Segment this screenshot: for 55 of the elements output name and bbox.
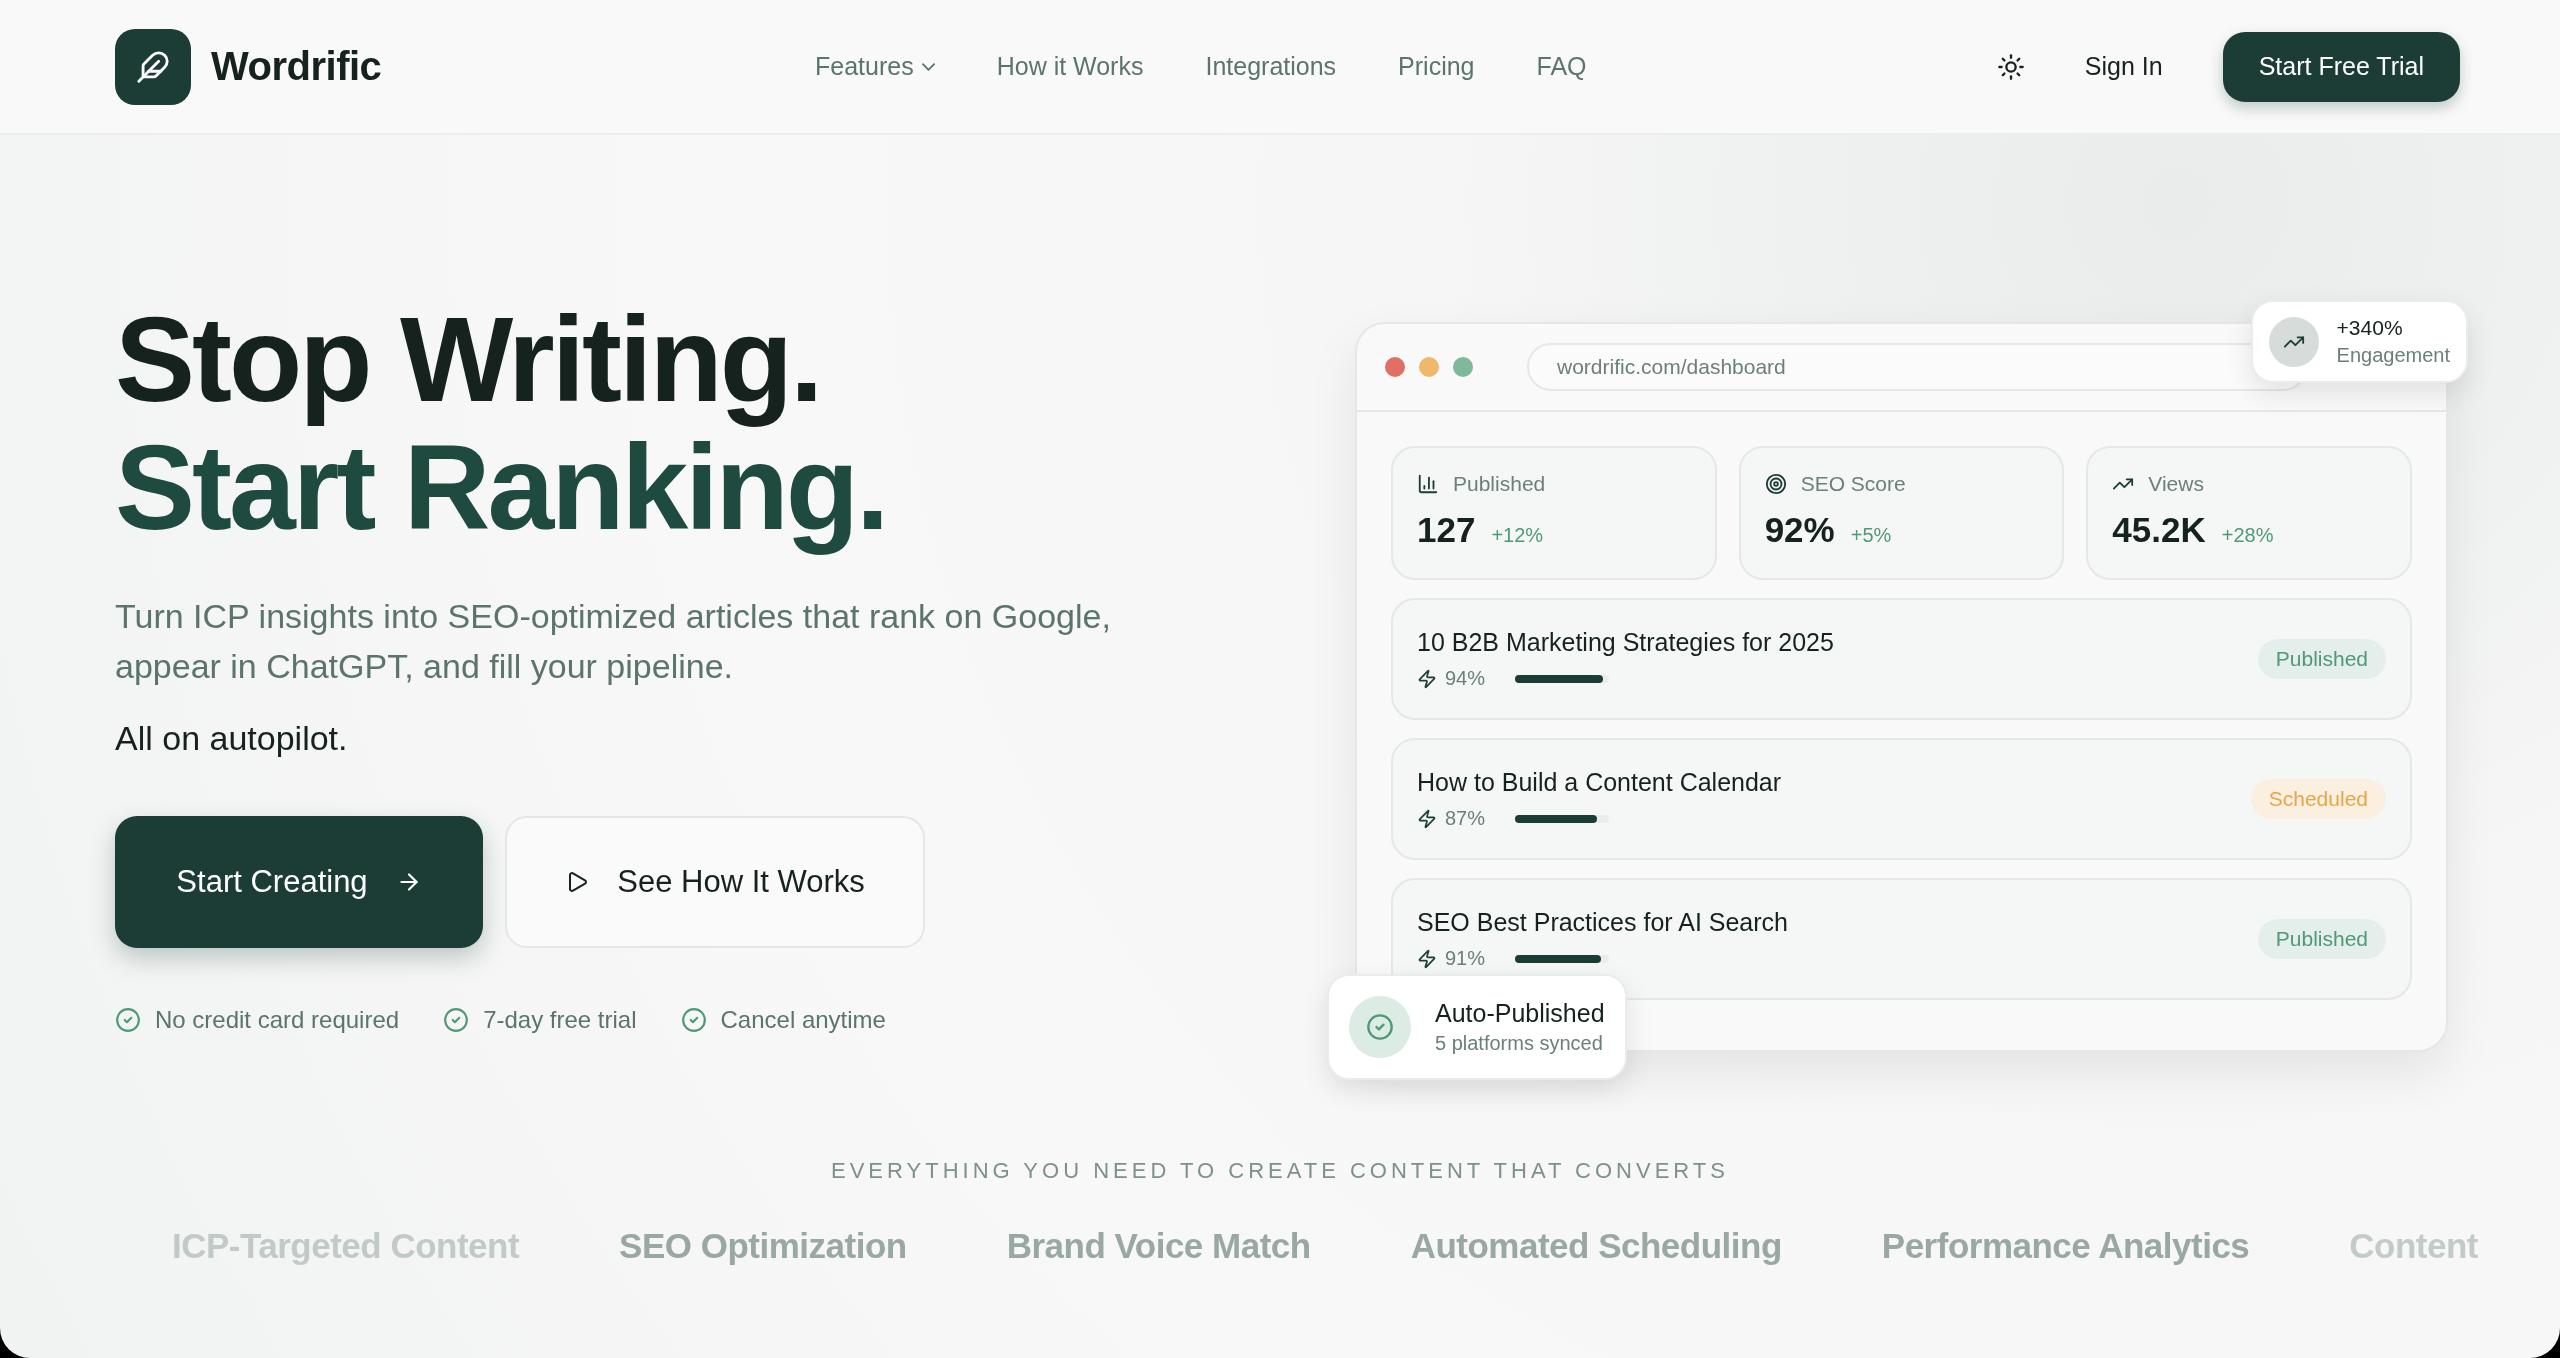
status-badge: Published [2257, 639, 2386, 679]
feature-label: SEO Optimization [619, 1226, 907, 1266]
status-badge: Published [2257, 919, 2386, 959]
window-dot [1419, 357, 1439, 377]
toast-subtitle: 5 platforms synced [1435, 1032, 1604, 1055]
nav-link[interactable]: FAQ [1536, 52, 1587, 81]
feature-label: Automated Scheduling [1410, 1226, 1782, 1266]
nav-link[interactable]: Pricing [1398, 52, 1475, 81]
stat-label: Published [1453, 472, 1546, 496]
see-how-it-works-button[interactable]: See How It Works [505, 816, 925, 948]
window-dot [1453, 357, 1473, 377]
stat-change: +5% [1850, 524, 1892, 547]
brand-name: Wordrific [211, 44, 382, 89]
stat-value: 127 [1417, 510, 1476, 550]
target-icon [1764, 473, 1787, 495]
check-circle-icon [115, 1007, 141, 1033]
sign-in-link[interactable]: Sign In [2084, 52, 2163, 81]
nav-link[interactable]: Features [815, 52, 935, 81]
stat-label: Views [2148, 472, 2204, 496]
article-score: 87% [1445, 807, 1487, 830]
lightning-icon [1417, 948, 1437, 969]
bar-chart-icon [1417, 473, 1439, 495]
window-dot [1385, 357, 1405, 377]
start-free-trial-button[interactable]: Start Free Trial [2222, 31, 2460, 102]
article-score: 91% [1445, 947, 1487, 970]
stat-change: +28% [2221, 524, 2274, 547]
hero-tagline: All on autopilot. [115, 719, 349, 758]
status-badge: Scheduled [2250, 779, 2386, 819]
perk-text: Cancel anytime [720, 1006, 886, 1034]
hero-subtitle: Turn ICP insights into SEO-optimized articles that rank on Google, appear in ChatGPT, and fill your pipeline. [115, 596, 1112, 687]
feather-logo-icon[interactable] [115, 28, 191, 105]
sun-icon[interactable] [1996, 52, 2025, 81]
article-title: SEO Best Practices for AI Search [1417, 908, 1788, 937]
check-circle-icon [680, 1007, 707, 1033]
check-circle-icon [443, 1007, 470, 1033]
start-creating-button[interactable]: Start Creating [115, 816, 483, 948]
article-title: How to Build a Content Calendar [1417, 768, 1782, 797]
nav-link[interactable]: How it Works [996, 52, 1144, 81]
nav-link[interactable]: Integrations [1205, 52, 1337, 81]
engagement-value: +340% [2336, 316, 2404, 340]
stat-change: +12% [1491, 524, 1544, 547]
article-score: 94% [1445, 667, 1487, 690]
toast-title: Auto-Published [1435, 999, 1605, 1028]
article-title: 10 B2B Marketing Strategies for 2025 [1417, 628, 1834, 657]
lightning-icon [1417, 668, 1437, 689]
stat-value: 45.2K [2112, 510, 2206, 550]
feature-label: Brand Voice Match [1006, 1226, 1311, 1266]
stat-value: 92% [1764, 510, 1835, 550]
stat-label: SEO Score [1800, 472, 1906, 496]
perk-text: 7-day free trial [483, 1006, 637, 1034]
feature-label: Performance Analytics [1881, 1226, 2250, 1266]
perk-text: No credit card required [155, 1006, 400, 1034]
section-heading: EVERYTHING YOU NEED TO CREATE CONTENT THAT CONVERTS [831, 1158, 1729, 1184]
lightning-icon [1417, 808, 1437, 829]
engagement-label: Engagement [2336, 344, 2450, 367]
